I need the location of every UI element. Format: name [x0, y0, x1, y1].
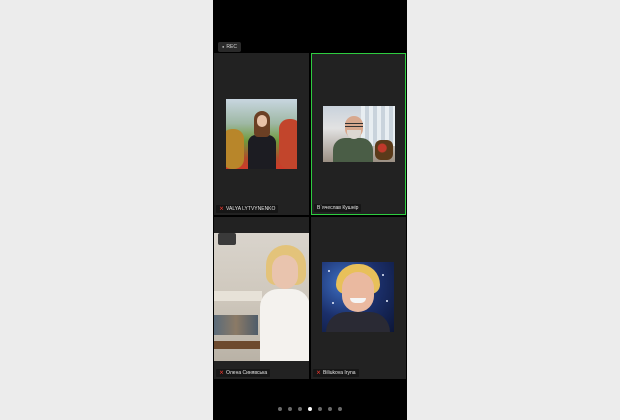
page-dot[interactable]: [298, 407, 302, 411]
page-dot-current[interactable]: [308, 407, 312, 411]
page-dot[interactable]: [328, 407, 332, 411]
page-indicator[interactable]: [213, 407, 407, 411]
page-dot[interactable]: [338, 407, 342, 411]
participant-tile[interactable]: ⨯ Олена Синявська: [214, 217, 309, 379]
recording-indicator[interactable]: ● REC: [218, 42, 241, 52]
participant-name: В`ячеслав Кушнір: [317, 205, 359, 211]
participant-avatar: [322, 262, 394, 332]
participant-video: [214, 233, 309, 361]
mic-muted-icon: ⨯: [219, 206, 225, 212]
participant-name: Олена Синявська: [226, 370, 268, 376]
recording-label: REC: [226, 44, 237, 50]
page-dot[interactable]: [318, 407, 322, 411]
participant-name-tag: В`ячеслав Кушнір: [314, 204, 362, 212]
participant-avatar: [323, 106, 395, 162]
page-dot[interactable]: [278, 407, 282, 411]
meeting-screen: ● REC ⨯ VALYA LYTVYNENKO В`ячеслав Кушні…: [213, 0, 407, 420]
mic-muted-icon: ⨯: [219, 370, 225, 376]
participant-tile[interactable]: ⨯ VALYA LYTVYNENKO: [214, 53, 309, 215]
mic-muted-icon: ⨯: [316, 370, 322, 376]
participant-avatar: [226, 99, 297, 169]
participant-name: Biliukova Iryna: [323, 370, 356, 376]
participant-name-tag: ⨯ Олена Синявська: [216, 369, 271, 377]
participant-name: VALYA LYTVYNENKO: [226, 206, 276, 212]
rec-dot-icon: ●: [222, 44, 225, 49]
participant-name-tag: ⨯ Biliukova Iryna: [313, 369, 359, 377]
participant-tile[interactable]: ⨯ Biliukova Iryna: [311, 217, 406, 379]
page-dot[interactable]: [288, 407, 292, 411]
participant-tile-active-speaker[interactable]: В`ячеслав Кушнір: [311, 53, 406, 215]
participant-name-tag: ⨯ VALYA LYTVYNENKO: [216, 205, 279, 213]
